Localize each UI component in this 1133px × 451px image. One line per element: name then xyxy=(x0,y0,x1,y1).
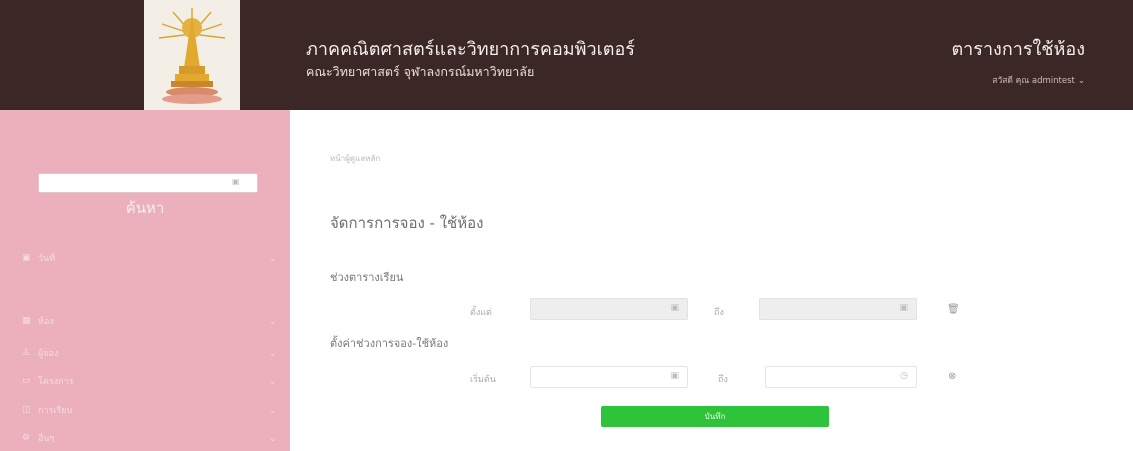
booking-end-label: ถึง xyxy=(718,375,728,385)
schedule-start-label: ตั้งแต่ xyxy=(470,308,492,318)
schedule-end-field: ▣ xyxy=(759,298,917,320)
calendar-icon: ▣ xyxy=(899,303,908,313)
sidebar-item-label: การเรียน xyxy=(38,406,73,416)
calendar-icon: ▣ xyxy=(22,253,31,263)
search-sidebar: ค้นหา ▣ วันที่ ⌄ ▦ ห้อง ⌄ ♙ ผู้จอง ⌄ ▭ โ… xyxy=(0,110,290,451)
sidebar-item-label: โครงการ xyxy=(38,377,74,387)
save-button[interactable]: บันทึก xyxy=(601,406,829,427)
chula-emblem-icon xyxy=(158,8,226,104)
sidebar-item-date[interactable]: ▣ วันที่ ⌄ xyxy=(22,249,284,267)
user-menu[interactable]: สวัสดี คุณ admintest ⌄ xyxy=(951,73,1085,87)
booking-end-field[interactable]: ◷ xyxy=(765,366,917,388)
sidebar-item-room[interactable]: ▦ ห้อง ⌄ xyxy=(22,312,284,330)
chevron-down-icon: ⌄ xyxy=(269,433,276,443)
breadcrumb[interactable]: หน้าผู้ดูแลหลัก xyxy=(330,152,380,165)
save-button-label: บันทึก xyxy=(704,412,726,421)
chevron-down-icon: ⌄ xyxy=(269,316,276,326)
chevron-down-icon: ⌄ xyxy=(269,376,276,386)
calendar-icon[interactable]: ▣ xyxy=(232,177,240,186)
sidebar-item-project[interactable]: ▭ โครงการ ⌄ xyxy=(22,372,284,390)
sidebar-item-booker[interactable]: ♙ ผู้จอง ⌄ xyxy=(22,344,284,362)
app-name: ตารางการใช้ห้อง xyxy=(951,39,1085,60)
chevron-down-icon: ⌄ xyxy=(269,405,276,415)
sidebar-heading: ค้นหา xyxy=(125,199,165,217)
sidebar-item-label: วันที่ xyxy=(38,254,56,264)
user-greeting: สวัสดี คุณ admintest xyxy=(992,76,1075,86)
header-right: ตารางการใช้ห้อง สวัสดี คุณ admintest ⌄ xyxy=(951,34,1085,87)
booking-start-label: เริ่มต้น xyxy=(470,375,496,385)
sidebar-item-label: อื่นๆ xyxy=(38,434,55,444)
book-icon: ◫ xyxy=(22,405,31,415)
schedule-end-label: ถึง xyxy=(714,308,724,318)
grid-icon: ▦ xyxy=(22,316,31,326)
schedule-start-field: ▣ xyxy=(530,298,688,320)
department-title: ภาคคณิตศาสตร์และวิทยาการคอมพิวเตอร์ xyxy=(306,39,635,60)
faculty-subtitle: คณะวิทยาศาสตร์ จุฬาลงกรณ์มหาวิทยาลัย xyxy=(306,64,535,79)
sidebar-item-label: ห้อง xyxy=(38,317,54,327)
chevron-down-icon: ⌄ xyxy=(269,348,276,358)
gear-icon: ⚙ xyxy=(22,433,31,443)
chevron-down-icon: ⌄ xyxy=(1077,76,1085,86)
schedule-section-title: ช่วงตารางเรียน xyxy=(330,271,404,284)
folder-icon: ▭ xyxy=(22,376,31,386)
close-icon[interactable]: ⊗ xyxy=(948,371,956,382)
trash-icon[interactable]: 🗑 xyxy=(947,304,960,315)
sidebar-item-label: ผู้จอง xyxy=(38,349,59,359)
calendar-icon: ▣ xyxy=(670,371,679,381)
booking-section-title: ตั้งค่าช่วงการจอง-ใช้ห้อง xyxy=(330,337,449,350)
user-icon: ♙ xyxy=(22,348,31,358)
chevron-down-icon: ⌄ xyxy=(269,253,276,263)
page-title: จัดการการจอง - ใช้ห้อง xyxy=(330,214,484,232)
date-search-input[interactable] xyxy=(38,173,258,193)
clock-icon: ◷ xyxy=(900,371,908,381)
top-header: ภาคคณิตศาสตร์และวิทยาการคอมพิวเตอร์ คณะว… xyxy=(0,0,1133,133)
sidebar-item-class[interactable]: ◫ การเรียน ⌄ xyxy=(22,401,284,419)
booking-start-field[interactable]: ▣ xyxy=(530,366,688,388)
sidebar-item-other[interactable]: ⚙ อื่นๆ ⌄ xyxy=(22,429,284,447)
calendar-icon: ▣ xyxy=(670,303,679,313)
